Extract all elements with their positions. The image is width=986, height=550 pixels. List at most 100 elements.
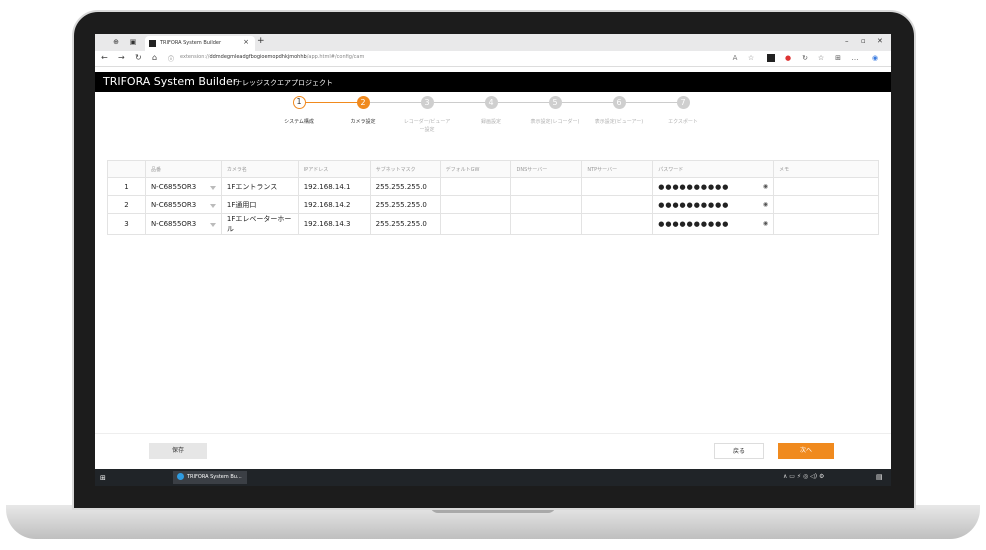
chevron-down-icon[interactable] (209, 223, 216, 227)
favicon-icon (149, 40, 156, 47)
camera-name-cell[interactable]: 1Fエレベーターホール (220, 213, 299, 235)
collections-icon[interactable]: ⊞ (834, 54, 842, 62)
app-header: TRIFORA System Builder ナレッジスクエアプロジェクト (95, 72, 891, 92)
system-tray[interactable]: ∧ ▭ ⚡ ◎ ◁) ⚙ (783, 473, 824, 480)
close-tab-icon[interactable]: × (243, 38, 249, 46)
address-bar: ← → ↻ ⌂ ⓘ extension://ddmdegmleadgfbogio… (95, 51, 891, 67)
read-aloud-icon[interactable]: A (731, 54, 739, 62)
col-header-gateway: デフォルトGW (439, 160, 512, 178)
gateway-cell[interactable] (439, 213, 512, 235)
home-icon[interactable]: ⌂ (152, 53, 157, 62)
url-text[interactable]: extension://ddmdegmleadgfbogioemopdhkjmo… (180, 54, 364, 60)
step-recording[interactable]: 4 録画設定 (461, 96, 521, 126)
refresh-icon[interactable]: ↻ (135, 53, 142, 62)
col-header-model: 品番 (144, 160, 222, 178)
workspaces-icon[interactable]: ⊕ (111, 37, 121, 47)
model-select[interactable]: N-C6855OR3 (144, 213, 222, 235)
favorite-star-icon[interactable]: ☆ (747, 54, 755, 62)
eye-icon[interactable]: ◉ (763, 220, 768, 227)
camera-name-cell[interactable]: 1F通用口 (220, 195, 299, 214)
step-display-recorder[interactable]: 5 表示設定(レコーダー) (525, 96, 585, 126)
footer-bar: 保存 戻る 次へ (95, 433, 891, 466)
minimize-button[interactable]: – (845, 37, 849, 45)
ip-cell[interactable]: 192.168.14.1 (297, 177, 371, 196)
eye-icon[interactable]: ◉ (763, 183, 768, 190)
table-header-row: 品番 カメラ名 IPアドレス サブネットマスク デフォルトGW DNSサーバー … (107, 160, 879, 178)
table-row: 2 N-C6855OR3 1F通用口 192.168.14.2 255.255.… (107, 195, 879, 214)
ntp-cell[interactable] (581, 177, 654, 196)
extension-red-icon[interactable]: ● (784, 54, 792, 62)
step-camera-settings[interactable]: 2 カメラ設定 (333, 96, 393, 126)
ip-cell[interactable]: 192.168.14.3 (297, 213, 371, 235)
extension-refresh-icon[interactable]: ↻ (801, 54, 809, 62)
back-arrow-icon[interactable]: ← (101, 53, 108, 62)
project-name: ナレッジスクエアプロジェクト (235, 79, 333, 87)
ntp-cell[interactable] (581, 195, 654, 214)
more-menu-icon[interactable]: … (851, 54, 859, 62)
col-header-memo: メモ (773, 160, 879, 178)
gateway-cell[interactable] (439, 177, 512, 196)
step-export[interactable]: 7 エクスポート (653, 96, 713, 126)
memo-cell[interactable] (773, 177, 879, 196)
table-row: 1 N-C6855OR3 1Fエントランス 192.168.14.1 255.2… (107, 177, 879, 196)
memo-cell[interactable] (773, 213, 879, 235)
chevron-down-icon[interactable] (209, 185, 216, 190)
tab-actions-icon[interactable]: ▣ (128, 37, 138, 47)
eye-icon[interactable]: ◉ (763, 201, 768, 208)
info-icon[interactable]: ⓘ (168, 54, 174, 63)
row-number: 3 (107, 213, 146, 235)
browser-tab-bar: ⊕ ▣ TRIFORA System Builder × + – ▫ ✕ (95, 34, 891, 51)
close-window-button[interactable]: ✕ (877, 37, 883, 45)
forward-arrow-icon[interactable]: → (118, 53, 125, 62)
password-cell[interactable]: ●●●●●●●●●● ◉ (652, 177, 775, 196)
screen: ⊕ ▣ TRIFORA System Builder × + – ▫ ✕ ← →… (95, 34, 891, 486)
model-select[interactable]: N-C6855OR3 (144, 177, 222, 196)
col-header-camera-name: カメラ名 (220, 160, 299, 178)
ntp-cell[interactable] (581, 213, 654, 235)
row-number: 1 (107, 177, 146, 196)
windows-start-icon[interactable]: ⊞ (100, 474, 106, 482)
camera-name-cell[interactable]: 1Fエントランス (220, 177, 299, 196)
extension-icon[interactable] (767, 54, 775, 62)
camera-table: 品番 カメラ名 IPアドレス サブネットマスク デフォルトGW DNSサーバー … (107, 160, 879, 235)
password-cell[interactable]: ●●●●●●●●●● ◉ (652, 195, 775, 214)
subnet-cell[interactable]: 255.255.255.0 (369, 177, 441, 196)
col-header-ip: IPアドレス (297, 160, 371, 178)
dns-cell[interactable] (510, 195, 583, 214)
col-header-ntp: NTPサーバー (581, 160, 654, 178)
save-button[interactable]: 保存 (149, 443, 207, 459)
col-header-subnet: サブネットマスク (369, 160, 441, 178)
next-button[interactable]: 次へ (778, 443, 834, 459)
subnet-cell[interactable]: 255.255.255.0 (369, 213, 441, 235)
profile-icon[interactable]: ◉ (871, 54, 879, 62)
taskbar-app-button[interactable]: TRIFORA System Bu... (173, 471, 247, 484)
notification-icon[interactable]: ▤ (876, 473, 883, 481)
dns-cell[interactable] (510, 177, 583, 196)
browser-tab[interactable]: TRIFORA System Builder × (145, 36, 255, 51)
memo-cell[interactable] (773, 195, 879, 214)
new-tab-button[interactable]: + (257, 36, 265, 46)
maximize-button[interactable]: ▫ (861, 37, 866, 45)
back-button[interactable]: 戻る (714, 443, 764, 459)
chevron-down-icon[interactable] (209, 203, 216, 208)
brand-title: TRIFORA System Builder (103, 75, 238, 88)
model-select[interactable]: N-C6855OR3 (144, 195, 222, 214)
tab-title: TRIFORA System Builder (160, 40, 222, 46)
step-display-viewer[interactable]: 6 表示設定(ビューアー) (589, 96, 649, 126)
favorites-icon[interactable]: ☆ (817, 54, 825, 62)
wizard-stepper: 1 システム構成 2 カメラ設定 3 レコーダー/ビューアー設定 4 録画設定 … (95, 96, 891, 141)
password-cell[interactable]: ●●●●●●●●●● ◉ (652, 213, 775, 235)
col-header-dns: DNSサーバー (510, 160, 583, 178)
table-row: 3 N-C6855OR3 1Fエレベーターホール 192.168.14.3 25… (107, 213, 879, 235)
taskbar: ⊞ TRIFORA System Bu... ∧ ▭ ⚡ ◎ ◁) ⚙ ▤ (95, 469, 891, 486)
subnet-cell[interactable]: 255.255.255.0 (369, 195, 441, 214)
row-number: 2 (107, 195, 146, 214)
step-system-config[interactable]: 1 システム構成 (269, 96, 329, 126)
col-header (107, 160, 146, 178)
col-header-password: パスワード (652, 160, 775, 178)
dns-cell[interactable] (510, 213, 583, 235)
gateway-cell[interactable] (439, 195, 512, 214)
edge-browser-icon (177, 473, 184, 480)
ip-cell[interactable]: 192.168.14.2 (297, 195, 371, 214)
step-recorder-viewer[interactable]: 3 レコーダー/ビューアー設定 (397, 96, 457, 134)
